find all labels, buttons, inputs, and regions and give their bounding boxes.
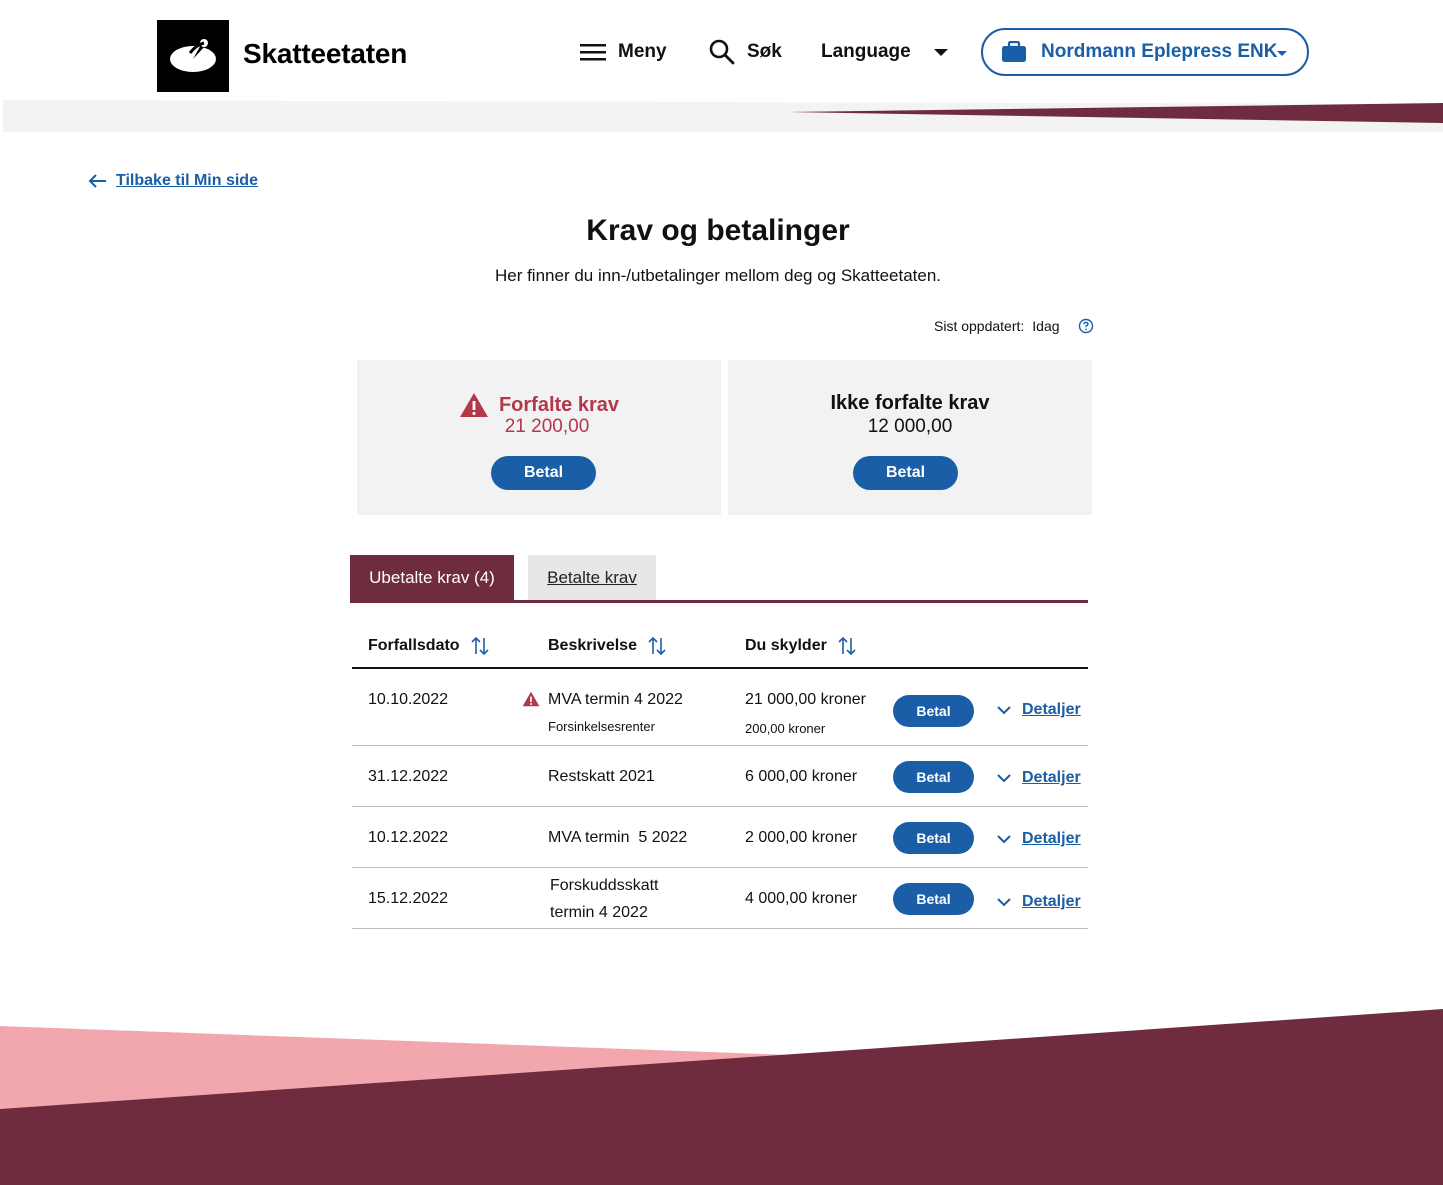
row-amount: 6 000,00 kroner bbox=[745, 768, 858, 785]
search-button[interactable]: Søk bbox=[709, 36, 782, 68]
overdue-card: Forfalte krav 21 200,00 Betal bbox=[357, 360, 721, 515]
search-icon bbox=[709, 39, 735, 65]
table-row: 10.12.2022 MVA termin 5 2022 2 000,00 kr… bbox=[352, 807, 1088, 868]
site-header: Skatteetaten Meny Søk Language Nordmann … bbox=[0, 0, 1443, 104]
footer-decoration bbox=[0, 1009, 1443, 1185]
details-label: Detaljer bbox=[1022, 769, 1081, 786]
row-due-date: 31.12.2022 bbox=[368, 768, 449, 785]
row-sub-description: Forsinkelsesrenter bbox=[548, 719, 655, 734]
table-row: 15.12.2022 Forskuddsskatt termin 4 2022 … bbox=[352, 868, 1088, 929]
chevron-down-icon bbox=[997, 706, 1011, 715]
pay-row-button[interactable]: Betal bbox=[893, 695, 974, 727]
last-updated-value: Idag bbox=[1032, 318, 1060, 334]
column-header-amount-label: Du skylder bbox=[745, 637, 827, 654]
column-header-description-label: Beskrivelse bbox=[548, 637, 637, 654]
details-toggle[interactable]: Detaljer bbox=[996, 893, 1081, 911]
row-sub-amount: 200,00 kroner bbox=[745, 721, 826, 736]
warning-icon bbox=[459, 393, 488, 417]
page-intro: Her finner du inn-/utbetalinger mellom d… bbox=[494, 266, 942, 285]
details-toggle[interactable]: Detaljer bbox=[996, 830, 1081, 848]
details-label: Detaljer bbox=[1022, 893, 1081, 910]
organization-selector[interactable]: Nordmann Eplepress ENK bbox=[981, 28, 1309, 76]
column-header-amount[interactable]: Du skylder bbox=[745, 636, 857, 656]
header-decoration bbox=[3, 100, 1443, 132]
pay-row-button[interactable]: Betal bbox=[893, 883, 974, 915]
not-due-title: Ikke forfalte krav bbox=[830, 392, 990, 414]
last-updated: Sist oppdatert: Idag bbox=[934, 318, 1094, 334]
pay-not-due-button[interactable]: Betal bbox=[853, 456, 958, 490]
overdue-title: Forfalte krav bbox=[357, 392, 721, 418]
table-row: 10.10.2022 MVA termin 4 2022 Forsinkelse… bbox=[352, 669, 1088, 746]
back-link[interactable]: Tilbake til Min side bbox=[88, 172, 258, 190]
sort-icon bbox=[470, 636, 489, 656]
back-link-label: Tilbake til Min side bbox=[116, 172, 258, 189]
last-updated-label: Sist oppdatert: bbox=[934, 318, 1025, 334]
caret-down-icon bbox=[1277, 51, 1287, 56]
pay-overdue-button[interactable]: Betal bbox=[491, 456, 596, 490]
language-label: Language bbox=[821, 41, 911, 62]
sort-icon bbox=[648, 636, 666, 656]
table-row: 31.12.2022 Restskatt 2021 6 000,00 krone… bbox=[352, 746, 1088, 807]
tab-unpaid[interactable]: Ubetalte krav (4) bbox=[350, 555, 514, 600]
help-icon[interactable] bbox=[1078, 318, 1094, 334]
tab-underline bbox=[350, 600, 1088, 603]
row-due-date: 10.10.2022 bbox=[368, 691, 449, 708]
menu-button[interactable]: Meny bbox=[580, 36, 667, 68]
not-due-amount: 12 000,00 bbox=[867, 416, 953, 437]
pay-row-button[interactable]: Betal bbox=[893, 822, 974, 854]
briefcase-icon bbox=[1002, 41, 1026, 62]
row-description: MVA termin 5 2022 bbox=[548, 829, 688, 846]
row-due-date: 10.12.2022 bbox=[368, 829, 449, 846]
arrow-left-icon bbox=[88, 174, 106, 188]
tab-paid[interactable]: Betalte krav bbox=[528, 555, 656, 600]
row-description: Restskatt 2021 bbox=[548, 768, 655, 785]
column-header-due-date[interactable]: Forfallsdato bbox=[368, 636, 490, 656]
warning-icon bbox=[522, 691, 540, 707]
logo-text[interactable]: Skatteetaten bbox=[243, 38, 407, 70]
row-amount: 2 000,00 kroner bbox=[745, 829, 858, 846]
organization-name: Nordmann Eplepress ENK bbox=[1041, 41, 1278, 62]
not-due-card: Ikke forfalte krav 12 000,00 Betal bbox=[728, 360, 1092, 515]
row-description-line2: termin 4 2022 bbox=[550, 904, 648, 921]
chevron-down-icon bbox=[997, 774, 1011, 783]
row-description: MVA termin 4 2022 bbox=[548, 691, 683, 708]
overdue-title-label: Forfalte krav bbox=[498, 393, 620, 416]
menu-label: Meny bbox=[618, 41, 667, 62]
caret-down-icon bbox=[933, 49, 948, 56]
column-header-due-date-label: Forfallsdato bbox=[368, 637, 460, 654]
row-amount: 21 000,00 kroner bbox=[745, 691, 866, 708]
column-header-description[interactable]: Beskrivelse bbox=[548, 636, 667, 656]
hamburger-icon bbox=[580, 44, 606, 61]
overdue-amount: 21 200,00 bbox=[504, 416, 590, 437]
sort-icon bbox=[838, 636, 856, 656]
chevron-down-icon bbox=[997, 898, 1011, 907]
row-due-date: 15.12.2022 bbox=[368, 890, 449, 907]
details-label: Detaljer bbox=[1022, 701, 1081, 718]
search-label: Søk bbox=[747, 41, 782, 62]
language-selector[interactable]: Language bbox=[821, 36, 953, 68]
chevron-down-icon bbox=[997, 835, 1011, 844]
row-amount: 4 000,00 kroner bbox=[745, 890, 858, 907]
details-toggle[interactable]: Detaljer bbox=[996, 769, 1081, 787]
details-label: Detaljer bbox=[1022, 830, 1081, 847]
page-title: Krav og betalinger bbox=[586, 214, 850, 247]
logo-icon[interactable] bbox=[157, 20, 229, 92]
pay-row-button[interactable]: Betal bbox=[893, 761, 974, 793]
row-description-line1: Forskuddsskatt bbox=[550, 877, 659, 894]
details-toggle[interactable]: Detaljer bbox=[996, 701, 1081, 719]
